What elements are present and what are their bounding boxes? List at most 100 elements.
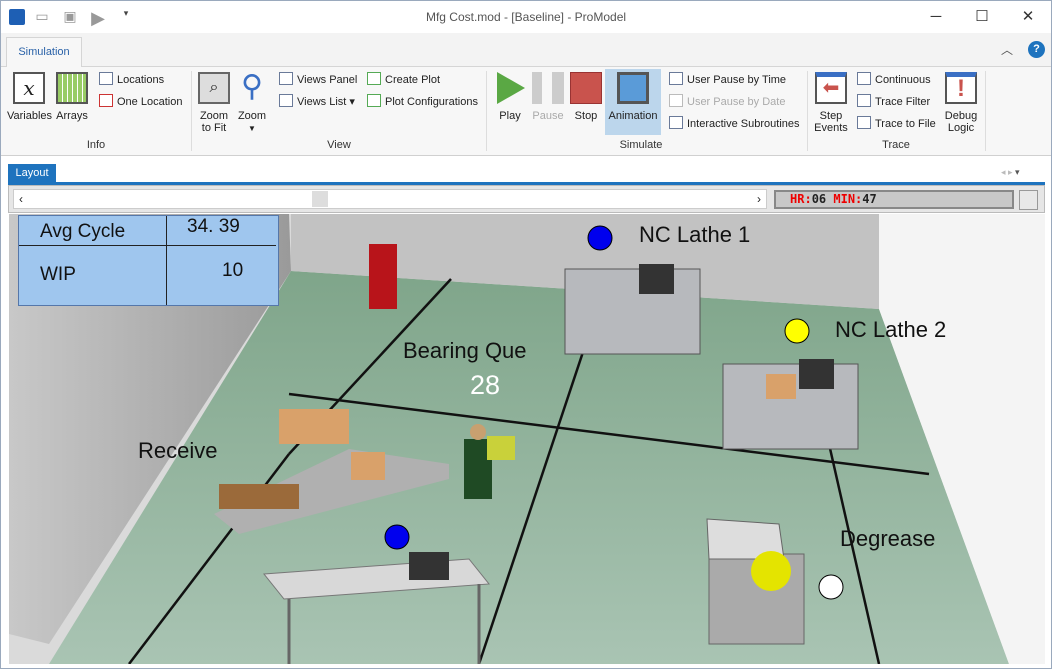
- nc-lathe-1-label: NC Lathe 1: [639, 222, 750, 248]
- step-events-button[interactable]: ⬅ StepEvents: [813, 72, 849, 134]
- pause-label: Pause: [532, 110, 563, 122]
- one-location-icon: [99, 94, 113, 107]
- user-pause-by-date-button[interactable]: User Pause by Date: [669, 93, 785, 111]
- clock-hr: 06: [812, 192, 826, 206]
- continuous-button[interactable]: Continuous: [857, 71, 931, 89]
- stop-button[interactable]: Stop: [569, 72, 603, 122]
- trace-to-file-icon: [857, 116, 871, 129]
- views-panel-button[interactable]: Views Panel: [279, 71, 357, 89]
- views-list-label: Views List ▾: [297, 96, 355, 108]
- bearing-que-label: Bearing Que: [403, 338, 527, 364]
- status-indicator-workbench: [385, 525, 409, 549]
- arrays-label: Arrays: [56, 110, 88, 122]
- help-icon[interactable]: ?: [1028, 41, 1045, 58]
- tab-layout[interactable]: Layout: [8, 164, 56, 183]
- calendar-icon: [669, 94, 683, 107]
- close-button[interactable]: ✕: [1005, 5, 1051, 29]
- magnifier-icon: ⚲: [236, 72, 268, 104]
- clock-min: 47: [862, 192, 876, 206]
- locations-label: Locations: [117, 74, 164, 86]
- views-panel-icon: [279, 72, 293, 85]
- step-events-label: Step: [820, 110, 843, 122]
- trace-filter-icon: [857, 94, 871, 107]
- calendar-icon: [669, 116, 683, 129]
- interactive-subroutines-button[interactable]: Interactive Subroutines: [669, 115, 800, 133]
- ribbon-tab-row: [1, 33, 1051, 67]
- arrays-button[interactable]: Arrays: [55, 72, 89, 122]
- play-icon: [497, 72, 525, 104]
- one-location-button[interactable]: One Location: [99, 93, 182, 111]
- user-pause-date-label: User Pause by Date: [687, 96, 785, 108]
- collapse-ribbon-icon[interactable]: ︿: [1001, 41, 1013, 58]
- views-panel-label: Views Panel: [297, 74, 357, 86]
- debug-label: Debug: [945, 110, 977, 122]
- trace-filter-label: Trace Filter: [875, 96, 930, 108]
- tab-simulation[interactable]: Simulation: [6, 37, 82, 68]
- divider: [807, 71, 808, 151]
- horizontal-scrollbar[interactable]: ‹ ›: [13, 189, 767, 209]
- trace-to-file-label: Trace to File: [875, 118, 936, 130]
- trace-to-file-button[interactable]: Trace to File: [857, 115, 936, 133]
- debug-label-2: Logic: [948, 122, 974, 134]
- continuous-label: Continuous: [875, 74, 931, 86]
- arrays-icon: [56, 72, 88, 104]
- wip-value: 10: [222, 260, 243, 282]
- wip-label: WIP: [40, 264, 76, 286]
- status-indicator-nc-lathe-1: [588, 226, 612, 250]
- user-pause-time-label: User Pause by Time: [687, 74, 786, 86]
- variables-button[interactable]: x Variables: [7, 72, 51, 122]
- zoom-label: Zoom: [238, 110, 266, 122]
- zoom-to-fit-icon: ⌕: [198, 72, 230, 104]
- degrease-label: Degrease: [840, 526, 935, 552]
- animation-icon: [617, 72, 649, 104]
- plot-configurations-icon: [367, 94, 381, 107]
- receive-label: Receive: [138, 438, 217, 464]
- views-list-button[interactable]: Views List ▾: [279, 93, 355, 111]
- stats-panel: Avg Cycle 34. 39 WIP 10: [18, 215, 279, 306]
- animation-label: Animation: [609, 110, 658, 122]
- clock-min-label: MIN:: [833, 192, 862, 206]
- debug-logic-icon: !: [945, 72, 977, 104]
- tab-scroll-icons[interactable]: ◂ ▸ ▾: [1001, 167, 1020, 178]
- pause-icon: [532, 72, 564, 104]
- bearing-que-count: 28: [470, 370, 500, 401]
- trace-filter-button[interactable]: Trace Filter: [857, 93, 930, 111]
- divider: [486, 71, 487, 151]
- nc-lathe-2-machine: [723, 359, 858, 449]
- avg-cycle-label: Avg Cycle: [40, 221, 125, 243]
- stop-icon: [570, 72, 602, 104]
- scroll-right-icon[interactable]: ›: [757, 192, 761, 206]
- interactive-subroutines-label: Interactive Subroutines: [687, 118, 800, 130]
- user-pause-by-time-button[interactable]: User Pause by Time: [669, 71, 786, 89]
- step-events-icon: ⬅: [815, 72, 847, 104]
- plot-configurations-label: Plot Configurations: [385, 96, 478, 108]
- create-plot-icon: [367, 72, 381, 85]
- debug-logic-button[interactable]: ! DebugLogic: [943, 72, 979, 134]
- nc-lathe-1-machine: [565, 264, 700, 354]
- stop-label: Stop: [575, 110, 598, 122]
- maximize-button[interactable]: ☐: [959, 5, 1005, 29]
- plot-configurations-button[interactable]: Plot Configurations: [367, 93, 478, 111]
- scroll-thumb[interactable]: [312, 191, 328, 207]
- zoom-button[interactable]: ⚲ Zoom ▼: [235, 72, 269, 135]
- continuous-icon: [857, 72, 871, 85]
- play-button[interactable]: Play: [493, 72, 527, 122]
- group-info-label: Info: [81, 139, 111, 151]
- title-bar: ▭ ▣ ▶ ▾ Mfg Cost.mod - [Baseline] - ProM…: [1, 1, 1051, 33]
- pause-button[interactable]: Pause: [531, 72, 565, 122]
- clock-hr-label: HR:: [790, 192, 812, 206]
- scroll-left-icon[interactable]: ‹: [19, 192, 23, 206]
- create-plot-button[interactable]: Create Plot: [367, 71, 440, 89]
- zoom-to-fit-label-2: to Fit: [202, 122, 226, 134]
- zoom-to-fit-button[interactable]: ⌕ Zoomto Fit: [197, 72, 231, 134]
- divider: [985, 71, 986, 151]
- locations-button[interactable]: Locations: [99, 71, 164, 89]
- clock-side-button[interactable]: [1019, 190, 1038, 210]
- chevron-down-icon: ▼: [248, 124, 256, 133]
- variables-label: Variables: [7, 110, 52, 122]
- divider: [191, 71, 192, 151]
- stats-divider-h: [19, 245, 276, 246]
- animation-button[interactable]: Animation: [605, 69, 661, 135]
- minimize-button[interactable]: ─: [913, 5, 959, 29]
- zoom-to-fit-label: Zoom: [200, 110, 228, 122]
